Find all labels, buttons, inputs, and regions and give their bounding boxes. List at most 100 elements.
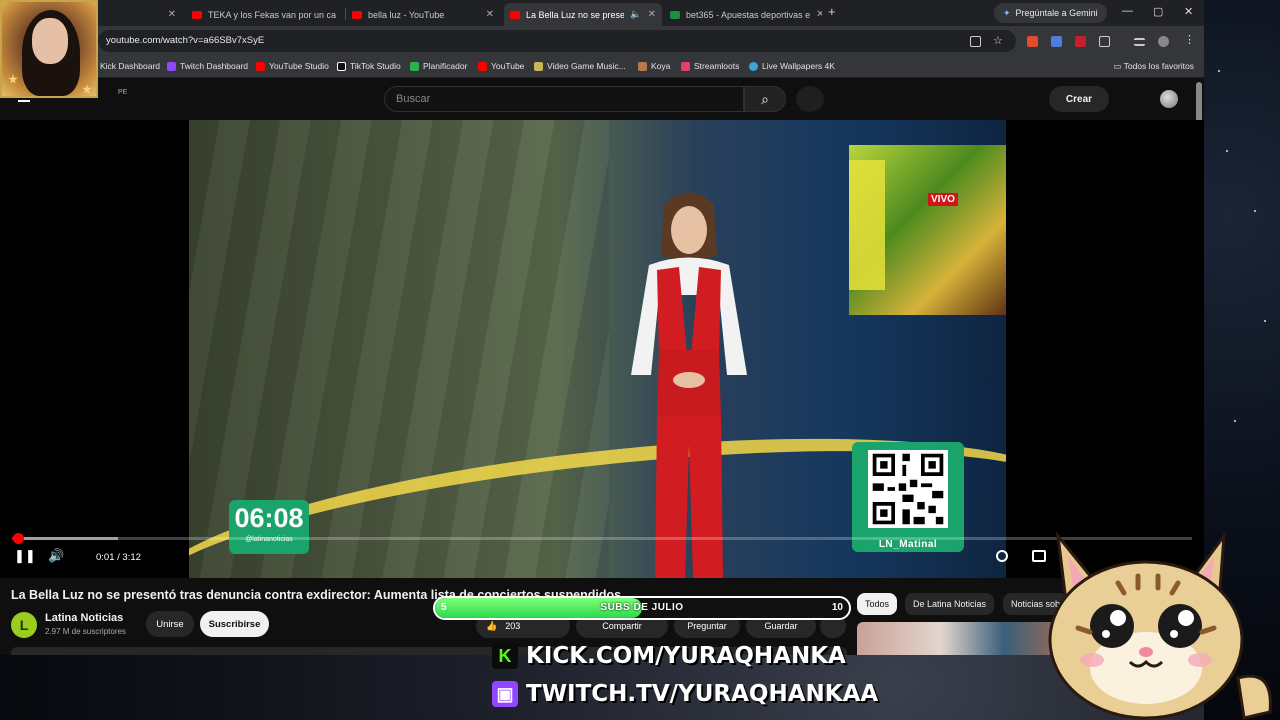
subs-goal-label: SUBS DE JULIO	[600, 602, 684, 613]
join-button[interactable]: Unirse	[146, 611, 194, 637]
tab-4[interactable]: bet365 - Apuestas deportivas e ✕	[664, 3, 822, 26]
more-icon[interactable]: ⋮	[1184, 33, 1195, 46]
profile-avatar[interactable]	[1158, 36, 1169, 47]
youtube-icon	[478, 61, 487, 71]
kick-icon: K	[492, 643, 518, 669]
bookmark-streamloots[interactable]: Streamloots	[681, 61, 739, 71]
voice-search-button[interactable]	[796, 86, 824, 112]
new-tab-icon[interactable]: +	[828, 4, 836, 19]
install-icon[interactable]	[970, 36, 981, 47]
bookmark-video-game-music[interactable]: Video Game Music...	[534, 61, 626, 71]
video-frame[interactable]: VIVO 06:08 @latinanoticias LN_Matinal	[189, 120, 1006, 578]
cat-mascot-icon	[1048, 530, 1272, 720]
address-bar: youtube.com/watch?v=a66SBv7xSyE ☆ ⋮	[0, 26, 1204, 56]
tab-3[interactable]: La Bella Luz no se presentó 🔈 ✕	[504, 3, 662, 26]
star-icon[interactable]: ☆	[993, 34, 1004, 47]
kick-url: KICK.COM/YURAQHANKA	[526, 643, 846, 669]
qr-card: LN_Matinal	[852, 442, 964, 552]
volume-icon[interactable]: 🔊	[48, 548, 64, 564]
planner-icon	[410, 61, 419, 71]
youtube-icon	[510, 10, 520, 19]
thumbs-up-icon: 👍	[486, 620, 498, 631]
scrubber-handle[interactable]	[12, 533, 24, 544]
subs-goal-max: 10	[831, 602, 843, 613]
time-display: 0:01 / 3:12	[96, 552, 141, 563]
search-input[interactable]: Buscar	[384, 86, 744, 112]
live-badge: VIVO	[928, 193, 958, 206]
bookmark-koya[interactable]: Koya	[638, 61, 670, 71]
chip-todos[interactable]: Todos	[857, 593, 898, 615]
twitch-handle: ▣ TWITCH.TV/YURAQHANKAA	[492, 680, 878, 708]
buffer-bar	[12, 537, 119, 540]
translate-icon[interactable]	[1051, 36, 1062, 47]
gemini-label: Pregúntale a Gemini	[1015, 8, 1098, 18]
tab-0[interactable]: ✕	[98, 3, 182, 26]
bookmark-live-wallpapers[interactable]: Live Wallpapers 4K	[749, 61, 835, 71]
qr-label: LN_Matinal	[878, 539, 938, 550]
twitch-icon: ▣	[492, 681, 518, 707]
qr-code	[868, 450, 948, 528]
streamer-webcam	[0, 0, 98, 98]
koya-icon	[638, 61, 647, 71]
youtube-icon	[256, 61, 265, 71]
channel-avatar[interactable]: L	[11, 612, 37, 638]
close-icon[interactable]: ✕	[162, 9, 176, 20]
minimize-icon[interactable]: —	[1122, 5, 1133, 17]
video-player[interactable]: VIVO 06:08 @latinanoticias LN_Matinal ❚❚…	[0, 120, 1204, 578]
autoplay-toggle[interactable]	[996, 550, 1008, 562]
kick-handle: K KICK.COM/YURAQHANKA	[492, 642, 846, 670]
music-icon	[534, 61, 543, 71]
tab-bar: ✕ TEKA y los Fekas van por un ca ✕ bella…	[0, 0, 1204, 26]
all-favorites-folder[interactable]: ▭ Todos los favoritos	[1113, 61, 1194, 72]
subscribe-button[interactable]: Suscribirse	[200, 611, 269, 637]
puzzle-icon[interactable]	[1099, 36, 1110, 47]
folder-icon: ▭	[1113, 61, 1124, 71]
pause-icon[interactable]: ❚❚	[14, 548, 36, 564]
close-icon[interactable]: ✕	[480, 9, 494, 20]
close-icon[interactable]: ✕	[336, 9, 342, 20]
sparkle-icon	[82, 84, 92, 94]
twitch-icon	[167, 61, 176, 71]
gemini-button[interactable]: ✦ Pregúntale a Gemini	[994, 3, 1107, 23]
tab-search-icon[interactable]	[1134, 38, 1145, 46]
bookmark-youtube[interactable]: YouTube	[478, 61, 524, 71]
tab-label: bella luz - YouTube	[368, 9, 445, 20]
streamloots-icon	[681, 61, 690, 71]
youtube-icon	[352, 10, 362, 19]
extension-icon[interactable]	[1027, 36, 1038, 47]
gemini-icon: ✦	[1003, 7, 1011, 18]
tab-2[interactable]: bella luz - YouTube ✕	[346, 3, 500, 26]
maximize-icon[interactable]: ▢	[1153, 5, 1163, 18]
avatar[interactable]	[1160, 90, 1178, 108]
tab-label: TEKA y los Fekas van por un ca	[208, 9, 337, 20]
close-window-icon[interactable]: ✕	[1184, 5, 1193, 18]
bookmark-kick-dashboard[interactable]: Kick Dashboard	[100, 61, 160, 71]
create-button[interactable]: Crear	[1049, 86, 1109, 112]
youtube-icon	[192, 10, 202, 19]
channel-name[interactable]: Latina Noticias	[45, 612, 123, 624]
chip-channel[interactable]: De Latina Noticias	[905, 593, 995, 615]
twitch-url: TWITCH.TV/YURAQHANKAA	[526, 681, 879, 707]
bookmark-twitch-dashboard[interactable]: Twitch Dashboard	[167, 61, 248, 71]
browser-window: ✕ TEKA y los Fekas van por un ca ✕ bella…	[0, 0, 1204, 655]
search-button[interactable]: ⌕	[744, 86, 786, 112]
close-icon[interactable]: ✕	[810, 9, 822, 20]
bookmark-tiktok-studio[interactable]: TikTok Studio	[337, 61, 401, 71]
extension-icon[interactable]	[1075, 36, 1086, 47]
tab-label: La Bella Luz no se presentó	[526, 9, 625, 20]
tab-1[interactable]: TEKA y los Fekas van por un ca ✕	[186, 3, 342, 26]
bookmark-planificador[interactable]: Planificador	[410, 61, 467, 71]
youtube-header: PE Buscar ⌕ Crear	[0, 78, 1204, 120]
url-field[interactable]: youtube.com/watch?v=a66SBv7xSyE	[98, 30, 1016, 52]
subs-goal-bar: 5 SUBS DE JULIO 10	[433, 596, 851, 620]
tiktok-icon	[337, 61, 346, 71]
bookmarks-bar: Kick Dashboard Twitch Dashboard YouTube …	[0, 56, 1204, 78]
search-icon: ⌕	[761, 90, 769, 107]
recommended-thumbnail[interactable]	[857, 622, 1067, 655]
tab-label: bet365 - Apuestas deportivas e	[686, 9, 811, 20]
bet365-icon	[670, 10, 680, 19]
speaker-icon[interactable]: 🔈	[630, 9, 641, 20]
bookmark-youtube-studio[interactable]: YouTube Studio	[256, 61, 329, 71]
progress-bar[interactable]	[12, 533, 1192, 544]
close-icon[interactable]: ✕	[642, 9, 656, 20]
